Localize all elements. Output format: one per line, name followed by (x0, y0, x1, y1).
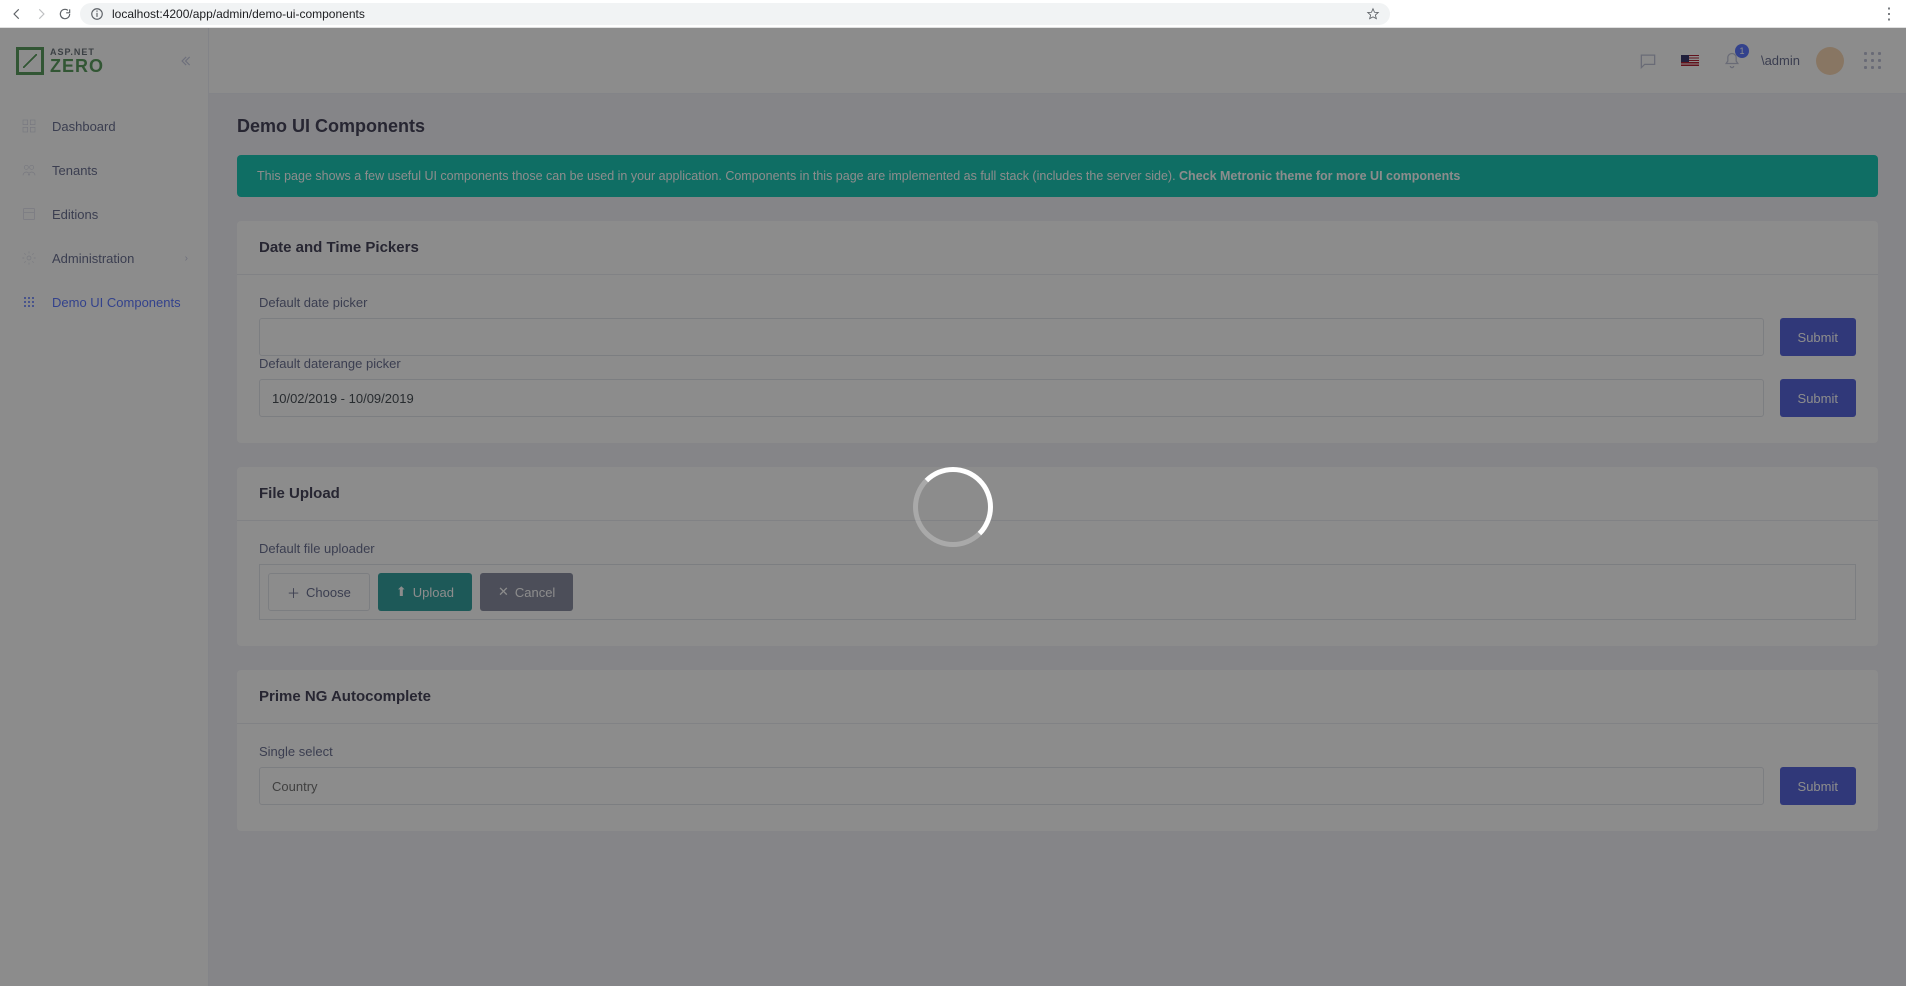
info-icon (90, 7, 104, 21)
loading-overlay (0, 28, 1906, 986)
spinner-icon (913, 467, 993, 547)
reload-icon[interactable] (56, 5, 74, 23)
address-url: localhost:4200/app/admin/demo-ui-compone… (112, 7, 365, 21)
back-icon[interactable] (8, 5, 26, 23)
browser-menu-icon[interactable]: ⋮ (1880, 4, 1898, 24)
bookmark-star-icon[interactable] (1366, 7, 1380, 21)
browser-toolbar: localhost:4200/app/admin/demo-ui-compone… (0, 0, 1906, 28)
address-bar[interactable]: localhost:4200/app/admin/demo-ui-compone… (80, 3, 1390, 25)
forward-icon[interactable] (32, 5, 50, 23)
